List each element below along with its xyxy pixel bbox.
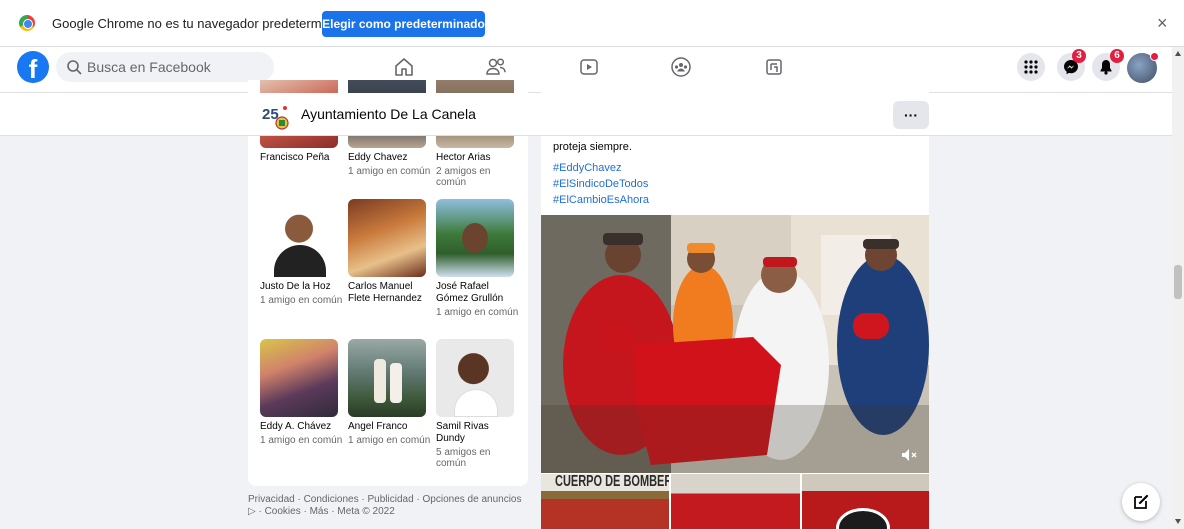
search-input[interactable]	[87, 52, 267, 82]
page-logo-icon[interactable]: 25	[261, 102, 289, 130]
mutual-friends: 1 amigo en común	[348, 166, 431, 177]
footer-links: Privacidad · Condiciones · Publicidad · …	[248, 494, 533, 518]
post-photo-thumbnails: CUERPO DE BOMBEROS	[541, 474, 929, 529]
friend-item[interactable]: Carlos Manuel Flete Hernandez	[348, 199, 432, 329]
friend-item[interactable]: Angel Franco 1 amigo en común	[348, 339, 432, 469]
friend-name[interactable]: Eddy Chavez	[348, 152, 432, 164]
more-options-button[interactable]: ···	[893, 101, 929, 129]
photo-thumbnail[interactable]: CUERPO DE BOMBEROS	[541, 474, 669, 529]
friend-name[interactable]: Francisco Peña	[260, 152, 344, 164]
set-default-browser-button[interactable]: Elegir como predeterminado	[322, 11, 485, 37]
scroll-up-arrow-icon[interactable]	[1175, 51, 1181, 56]
scroll-down-arrow-icon[interactable]	[1175, 519, 1181, 524]
friend-item[interactable]: José Rafael Gómez Grullón 1 amigo en com…	[436, 199, 520, 329]
chrome-logo-icon	[19, 15, 35, 31]
friend-name[interactable]: Eddy A. Chávez	[260, 421, 344, 433]
watch-icon[interactable]	[577, 55, 601, 79]
mutual-friends: 1 amigo en común	[348, 435, 431, 446]
friend-name[interactable]: Carlos Manuel Flete Hernandez	[348, 281, 432, 305]
friend-name[interactable]: José Rafael Gómez Grullón	[436, 281, 520, 305]
friend-photo[interactable]	[436, 199, 514, 277]
friend-photo[interactable]	[260, 339, 338, 417]
mutual-friends: 5 amigos en común	[436, 447, 491, 469]
friend-name[interactable]: Justo De la Hoz	[260, 281, 344, 293]
friend-photo[interactable]	[436, 339, 514, 417]
groups-icon[interactable]	[669, 55, 693, 79]
friend-name[interactable]: Hector Arias	[436, 152, 520, 164]
friend-photo[interactable]	[348, 199, 426, 277]
hashtag-link[interactable]: #EddyChavez	[553, 162, 622, 174]
video-frame	[541, 215, 929, 473]
avatar-status-dot	[1150, 52, 1159, 61]
search-icon	[67, 60, 82, 75]
infobar-message: Google Chrome no es tu navegador predete…	[52, 16, 354, 31]
bell-icon	[1100, 60, 1112, 75]
friend-item[interactable]: Samil Rivas Dundy 5 amigos en común	[436, 339, 520, 469]
photo-thumbnail[interactable]	[802, 474, 929, 529]
footer-line-2[interactable]: ▷ · Cookies · Más · Meta © 2022	[248, 506, 533, 518]
compose-icon	[1134, 494, 1149, 509]
gaming-icon[interactable]	[762, 55, 786, 79]
facebook-logo-icon[interactable]: f	[17, 51, 49, 83]
photo-thumbnail[interactable]	[671, 474, 800, 529]
footer-line-1[interactable]: Privacidad · Condiciones · Publicidad · …	[248, 494, 533, 506]
mutual-friends: 2 amigos en común	[436, 166, 491, 188]
messenger-badge: 3	[1072, 49, 1086, 63]
hashtag-link[interactable]: #ElCambioEsAhora	[553, 194, 649, 206]
page-name[interactable]: Ayuntamiento De La Canela	[301, 106, 476, 122]
menu-grid-button[interactable]	[1017, 53, 1045, 81]
friends-icon[interactable]	[484, 55, 508, 79]
friend-photo[interactable]	[260, 199, 338, 277]
post-video[interactable]	[541, 215, 929, 473]
friend-item[interactable]: Justo De la Hoz 1 amigo en común	[260, 199, 344, 329]
post-text: proteja siempre.	[553, 141, 632, 153]
page-header-bar: 25 Ayuntamiento De La Canela ···	[0, 93, 1172, 136]
friend-photo[interactable]	[348, 339, 426, 417]
menu-grid-icon	[1024, 60, 1038, 74]
mutual-friends: 1 amigo en común	[260, 295, 343, 306]
mutual-friends: 1 amigo en común	[436, 307, 519, 318]
volume-muted-icon[interactable]	[901, 448, 919, 462]
mutual-friends: 1 amigo en común	[260, 435, 343, 446]
friend-item[interactable]: Eddy A. Chávez 1 amigo en común	[260, 339, 344, 469]
search-box[interactable]	[56, 52, 274, 82]
thumbnail-sign-text: CUERPO DE BOMBEROS	[555, 474, 669, 491]
hashtag-link[interactable]: #ElSindicoDeTodos	[553, 178, 648, 190]
notifications-badge: 6	[1110, 49, 1124, 63]
friend-name[interactable]: Angel Franco	[348, 421, 432, 433]
friends-card: Francisco Peña Eddy Chavez 1 amigo en co…	[248, 80, 528, 486]
friend-name[interactable]: Samil Rivas Dundy	[436, 421, 520, 445]
home-icon[interactable]	[392, 55, 416, 79]
default-browser-infobar: Google Chrome no es tu navegador predete…	[0, 0, 1184, 47]
close-icon[interactable]: ×	[1157, 13, 1168, 34]
scrollbar-thumb[interactable]	[1174, 265, 1182, 299]
new-message-button[interactable]	[1122, 483, 1160, 521]
post-card: proteja siempre. #EddyChavez #ElSindicoD…	[541, 80, 929, 529]
